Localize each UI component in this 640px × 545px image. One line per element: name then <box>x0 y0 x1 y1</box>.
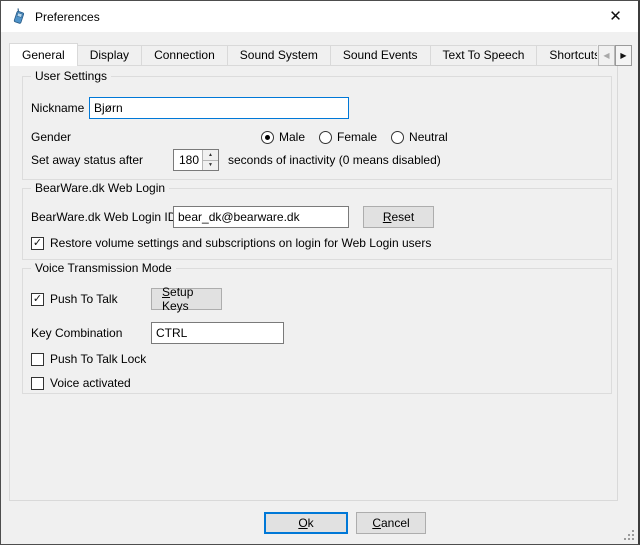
spinner-buttons: ▲ ▼ <box>202 150 218 170</box>
titlebar[interactable]: Preferences ✕ <box>1 1 638 32</box>
push-to-talk-label: Push To Talk <box>50 292 118 306</box>
window-title: Preferences <box>35 10 100 24</box>
close-icon: ✕ <box>609 7 622 25</box>
user-settings-group: User Settings Nickname Gender Male Femal… <box>22 76 612 180</box>
restore-volume-checkbox-row: ✓ Restore volume settings and subscripti… <box>31 236 431 250</box>
reset-button[interactable]: Reset <box>363 206 434 228</box>
voice-transmission-group: Voice Transmission Mode ✓ Push To Talk S… <box>22 268 612 394</box>
push-to-talk-lock-checkbox-row: Push To Talk Lock <box>31 352 146 366</box>
spinner-up-button[interactable]: ▲ <box>203 150 218 161</box>
tab-scroll-right-button[interactable]: ▶ <box>615 45 632 66</box>
arrow-up-icon: ▲ <box>208 152 213 158</box>
close-button[interactable]: ✕ <box>593 1 638 31</box>
gender-neutral-radio[interactable] <box>391 131 404 144</box>
away-seconds-spinner[interactable]: 180 ▲ ▼ <box>173 149 219 171</box>
voice-transmission-group-title: Voice Transmission Mode <box>31 261 176 275</box>
voice-activated-checkbox[interactable] <box>31 377 44 390</box>
chevron-left-icon: ◀ <box>603 51 609 60</box>
tab-sound-events[interactable]: Sound Events <box>331 45 431 66</box>
ok-button[interactable]: Ok <box>264 512 348 534</box>
push-to-talk-checkbox[interactable]: ✓ <box>31 293 44 306</box>
key-combination-input[interactable] <box>151 322 284 344</box>
preferences-dialog: Preferences ✕ General Display Connection… <box>0 0 640 545</box>
voice-activated-label: Voice activated <box>50 376 131 390</box>
tab-scrollers: ◀ ▶ <box>598 45 632 66</box>
web-login-id-input[interactable] <box>173 206 349 228</box>
push-to-talk-lock-label: Push To Talk Lock <box>50 352 146 366</box>
voice-activated-checkbox-row: Voice activated <box>31 376 131 390</box>
gender-female-radio[interactable] <box>319 131 332 144</box>
nickname-label: Nickname <box>31 97 84 119</box>
key-combination-label: Key Combination <box>31 322 122 344</box>
check-icon: ✓ <box>33 238 42 249</box>
tab-bar: General Display Connection Sound System … <box>9 43 597 66</box>
spinner-down-button[interactable]: ▼ <box>203 161 218 171</box>
away-status-suffix-label: seconds of inactivity (0 means disabled) <box>228 149 441 171</box>
away-seconds-value: 180 <box>174 150 202 170</box>
resize-grip[interactable] <box>622 528 634 540</box>
gender-male-label: Male <box>279 130 305 144</box>
push-to-talk-checkbox-row: ✓ Push To Talk <box>31 292 118 306</box>
gender-label: Gender <box>31 126 71 148</box>
web-login-id-label: BearWare.dk Web Login ID <box>31 206 176 228</box>
gender-female-label: Female <box>337 130 377 144</box>
tab-connection[interactable]: Connection <box>142 45 228 66</box>
general-tab-panel: User Settings Nickname Gender Male Femal… <box>9 65 618 501</box>
tab-text-to-speech[interactable]: Text To Speech <box>431 45 538 66</box>
web-login-group-title: BearWare.dk Web Login <box>31 181 169 195</box>
arrow-down-icon: ▼ <box>208 162 213 168</box>
restore-volume-label: Restore volume settings and subscription… <box>50 236 431 250</box>
push-to-talk-lock-checkbox[interactable] <box>31 353 44 366</box>
tab-scroll-left-button[interactable]: ◀ <box>598 45 615 66</box>
app-icon <box>10 8 27 25</box>
web-login-group: BearWare.dk Web Login BearWare.dk Web Lo… <box>22 188 612 260</box>
tab-display[interactable]: Display <box>78 45 142 66</box>
tab-sound-system[interactable]: Sound System <box>228 45 331 66</box>
gender-male-radio[interactable] <box>261 131 274 144</box>
cancel-button[interactable]: Cancel <box>356 512 426 534</box>
tab-general[interactable]: General <box>9 43 78 66</box>
nickname-input[interactable] <box>89 97 349 119</box>
setup-keys-button[interactable]: Setup Keys <box>151 288 222 310</box>
tab-shortcuts[interactable]: Shortcuts <box>537 45 597 66</box>
user-settings-group-title: User Settings <box>31 69 111 83</box>
restore-volume-checkbox[interactable]: ✓ <box>31 237 44 250</box>
away-status-label: Set away status after <box>31 149 143 171</box>
gender-radio-group: Male Female Neutral <box>261 130 462 144</box>
gender-neutral-label: Neutral <box>409 130 448 144</box>
chevron-right-icon: ▶ <box>620 51 626 60</box>
check-icon: ✓ <box>33 294 42 305</box>
